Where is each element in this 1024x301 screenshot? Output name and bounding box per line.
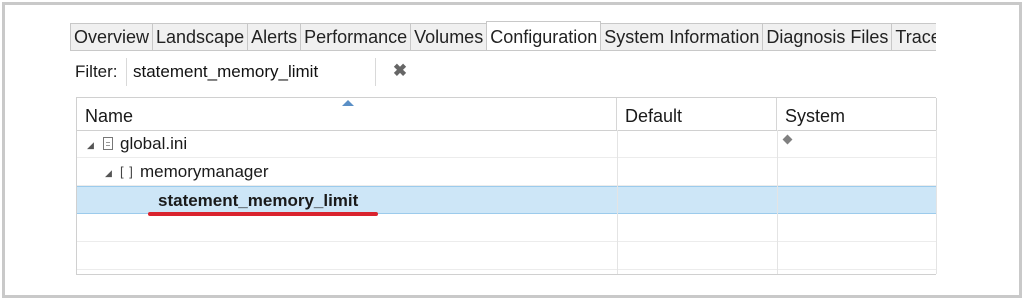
filter-input[interactable] [126, 58, 376, 86]
tab-system-information[interactable]: System Information [600, 23, 764, 50]
column-header-system[interactable]: System [777, 98, 937, 130]
column-header-name-label: Name [85, 106, 134, 126]
table-row-empty [77, 214, 937, 242]
column-divider [777, 130, 778, 274]
tab-volumes[interactable]: Volumes [410, 23, 488, 50]
config-table: Name Default System ◢ global.ini ◢ [ ] m… [76, 97, 937, 275]
table-header: Name Default System [77, 98, 937, 131]
expand-triangle-icon[interactable]: ◢ [87, 140, 94, 151]
tab-overview[interactable]: Overview [70, 23, 154, 50]
tab-trace[interactable]: Trace C [891, 23, 936, 50]
table-row[interactable]: ◢ global.ini [77, 130, 937, 158]
row-name: global.ini [120, 134, 188, 153]
system-diamond-icon [782, 134, 793, 145]
table-row[interactable]: ◢ [ ] memorymanager [77, 158, 937, 186]
sort-ascending-icon [342, 100, 354, 106]
table-row-empty [77, 242, 937, 270]
row-name: statement_memory_limit [158, 191, 359, 210]
tab-bar: Overview Landscape Alerts Performance Vo… [70, 20, 936, 51]
clear-x-icon[interactable]: ✖ [390, 60, 410, 82]
tab-landscape[interactable]: Landscape [152, 23, 249, 50]
tab-configuration[interactable]: Configuration [486, 21, 602, 50]
tab-diagnosis-files[interactable]: Diagnosis Files [762, 23, 893, 50]
column-divider [617, 130, 618, 274]
column-divider [936, 130, 937, 274]
expand-triangle-icon[interactable]: ◢ [105, 168, 112, 179]
highlight-underline [148, 212, 378, 216]
row-name: memorymanager [140, 162, 269, 181]
filter-label: Filter: [75, 62, 118, 81]
column-header-name[interactable]: Name [77, 98, 617, 130]
tab-performance[interactable]: Performance [300, 23, 412, 50]
file-icon [103, 137, 113, 150]
tab-alerts[interactable]: Alerts [247, 23, 302, 50]
column-header-default[interactable]: Default [617, 98, 777, 130]
section-icon: [ ] [120, 164, 134, 179]
table-row-selected[interactable]: statement_memory_limit [77, 186, 937, 214]
